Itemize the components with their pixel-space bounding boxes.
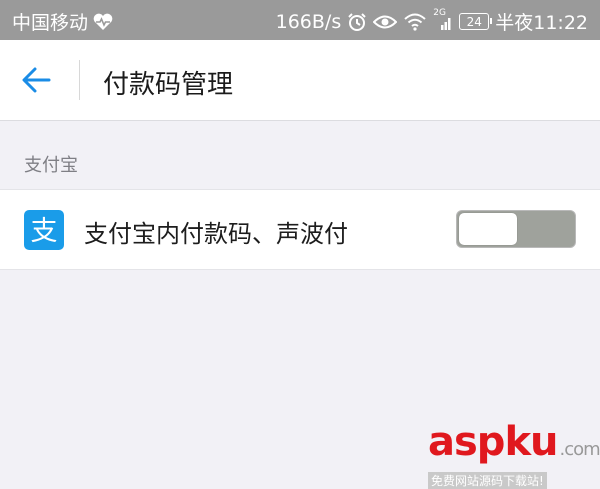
section-header: 支付宝	[0, 121, 600, 189]
wifi-icon	[403, 13, 427, 31]
paycode-toggle[interactable]	[456, 210, 576, 248]
nav-divider	[79, 60, 80, 100]
status-left: 中国移动	[12, 8, 114, 35]
section-title: 支付宝	[24, 155, 78, 176]
watermark-text: aspku .com	[428, 419, 600, 470]
back-button[interactable]	[14, 58, 58, 102]
eye-icon	[373, 13, 398, 31]
setting-row-alipay-paycode: 支 支付宝内付款码、声波付	[0, 189, 600, 270]
svg-text:支: 支	[31, 216, 58, 247]
setting-label: 支付宝内付款码、声波付	[84, 220, 348, 248]
carrier-name: 中国移动	[12, 12, 89, 34]
watermark-ku: ku	[504, 419, 558, 465]
net-speed: 166B/s	[275, 10, 342, 33]
status-bar: 中国移动 166B/s 2G 24 半夜11:22	[0, 0, 600, 40]
status-right: 166B/s 2G 24 半夜11:22	[276, 8, 588, 35]
watermark-suffix: .com	[559, 439, 600, 460]
watermark-asp: asp	[428, 419, 505, 465]
alarm-icon	[347, 12, 367, 32]
clock-time: 半夜11:22	[495, 12, 588, 34]
toggle-knob	[459, 213, 517, 245]
signal-icon: 2G	[433, 8, 453, 32]
watermark-subtitle: 免费网站源码下载站!	[428, 472, 547, 489]
battery-icon: 24	[459, 13, 493, 30]
watermark-logo: aspku .com 免费网站源码下载站!	[428, 419, 600, 489]
battery-level: 24	[466, 14, 482, 29]
alipay-logo-icon: 支	[24, 210, 64, 250]
heart-pulse-icon	[92, 12, 114, 32]
page-title: 付款码管理	[103, 70, 234, 100]
nav-bar: 付款码管理	[0, 40, 600, 121]
arrow-left-icon	[22, 67, 51, 93]
